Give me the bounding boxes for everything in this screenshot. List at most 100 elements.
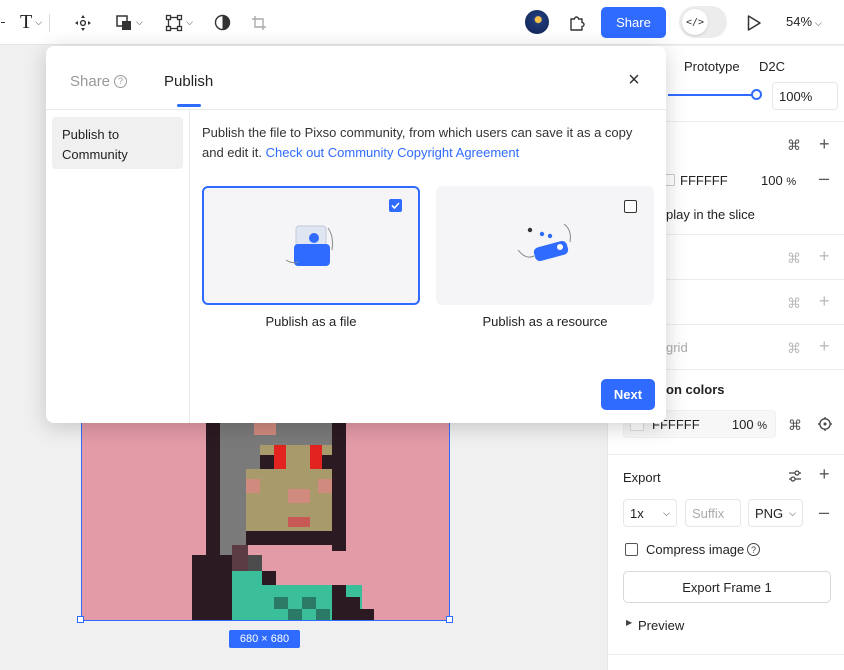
add-grid-icon[interactable]: + (819, 336, 830, 357)
caret-right-icon[interactable]: ▶ (626, 618, 632, 627)
style-icon[interactable]: ⌘ (787, 295, 801, 312)
publish-as-file-label: Publish as a file (265, 314, 357, 329)
pixel-art-image (192, 421, 374, 620)
target-icon[interactable] (818, 417, 832, 431)
export-suffix-placeholder: Suffix (692, 505, 725, 521)
fill-opacity[interactable]: 100 % (761, 173, 796, 188)
frame-size-badge: 680 × 680 (229, 630, 300, 648)
chevron-down-icon: ⌵ (789, 507, 796, 518)
fill-hex[interactable]: FFFFFF (680, 173, 728, 188)
publish-description: Publish the file to Pixso community, fro… (202, 123, 657, 163)
style-icon[interactable]: ⌘ (787, 340, 801, 357)
fill-opacity-unit: % (786, 176, 797, 188)
panel-divider (608, 654, 844, 655)
crop-tool-button[interactable] (249, 0, 269, 45)
style-icon[interactable]: ⌘ (788, 417, 802, 434)
panel-divider (608, 454, 844, 455)
zoom-value: 54% (786, 14, 813, 29)
selection-opacity-unit: % (757, 419, 767, 432)
add-fill-icon[interactable]: + (819, 134, 830, 155)
play-icon (747, 14, 761, 31)
close-icon[interactable]: × (625, 70, 643, 90)
file-illustration (285, 225, 333, 266)
chevron-down-icon: ⌵ (35, 17, 43, 27)
export-suffix-input[interactable]: Suffix (685, 499, 741, 527)
copyright-agreement-link[interactable]: Check out Community Copyright Agreement (266, 145, 520, 160)
opacity-slider-track[interactable] (668, 94, 756, 96)
tab-publish[interactable]: Publish (164, 73, 213, 90)
export-title: Export (623, 470, 661, 485)
opacity-slider-thumb[interactable] (751, 89, 762, 100)
active-tab-indicator (177, 104, 201, 107)
user-avatar[interactable] (525, 10, 549, 34)
publish-as-file-card[interactable] (202, 186, 420, 305)
selection-color-opacity: 100 % (732, 417, 767, 432)
selection-colors-title: on colors (666, 382, 725, 397)
clip-content-label: play in the slice (666, 207, 755, 222)
dialog-sidebar: Publish to Community (46, 110, 190, 423)
add-effect-icon[interactable]: + (819, 291, 830, 312)
toolbar-edge (0, 0, 6, 45)
tab-prototype[interactable]: Prototype (684, 59, 740, 74)
tab-share[interactable]: Share? (70, 73, 128, 90)
export-frame-button[interactable]: Export Frame 1 (623, 571, 831, 603)
code-icon: </> (682, 9, 708, 35)
tab-share-label: Share (70, 73, 111, 90)
export-format-value: PNG (755, 505, 784, 521)
style-icon[interactable]: ⌘ (787, 250, 801, 267)
layout-grid-label: grid (666, 340, 688, 355)
opacity-input[interactable]: 100% (772, 82, 838, 110)
top-toolbar: T ⌵ ⌵ ⌵ Share </> 54% ⌵ (0, 0, 844, 45)
puzzle-icon (570, 15, 585, 31)
move-tool-button[interactable] (72, 0, 94, 45)
opacity-value: 100% (779, 88, 813, 104)
export-scale-value: 1x (630, 505, 644, 521)
compress-image-label: Compress image (646, 542, 745, 557)
contrast-icon (214, 14, 230, 31)
chevron-down-icon: ⌵ (136, 17, 143, 27)
add-stroke-icon[interactable]: + (819, 246, 830, 267)
dialog-header: Share? Publish × (46, 46, 666, 110)
help-icon: ? (114, 74, 128, 88)
checkbox-unchecked-icon[interactable] (624, 200, 637, 213)
shape-tool-button[interactable]: ⌵ (110, 0, 148, 45)
resize-handle-bottom-left[interactable] (77, 616, 84, 623)
present-button[interactable] (744, 0, 764, 45)
remove-fill-icon[interactable]: – (819, 168, 829, 189)
text-tool-button[interactable]: T ⌵ (14, 0, 48, 45)
share-button[interactable]: Share (601, 7, 666, 38)
vector-icon (165, 14, 183, 31)
preview-toggle[interactable]: Preview (638, 618, 684, 633)
component-tool-button[interactable]: ⌵ (160, 0, 198, 45)
export-settings-icon[interactable] (788, 469, 802, 483)
tab-d2c[interactable]: D2C (759, 59, 785, 74)
resource-illustration (517, 223, 571, 262)
next-button[interactable]: Next (601, 379, 655, 410)
publish-as-resource-label: Publish as a resource (482, 314, 608, 329)
remove-export-icon[interactable]: – (819, 502, 829, 523)
plugins-button[interactable] (566, 0, 588, 45)
add-export-icon[interactable]: + (819, 464, 830, 485)
frame-1[interactable] (81, 420, 450, 621)
dev-mode-toggle[interactable]: </> (679, 6, 727, 38)
sidebar-item-publish-to-community[interactable]: Publish to Community (52, 117, 183, 169)
publish-dialog: Share? Publish × Publish to Community Pu… (46, 46, 666, 423)
chevron-down-icon: ⌵ (815, 18, 822, 28)
fill-swatch[interactable] (666, 174, 675, 186)
publish-as-resource-card[interactable] (436, 186, 654, 305)
toolbar-divider (49, 14, 50, 32)
compress-image-checkbox[interactable] (625, 543, 638, 556)
mask-tool-button[interactable] (211, 0, 233, 45)
chevron-down-icon: ⌵ (186, 17, 193, 27)
checkbox-checked-icon[interactable] (389, 199, 402, 212)
chevron-down-icon: ⌵ (663, 507, 670, 518)
selection-opacity-value: 100 (731, 416, 754, 432)
zoom-dropdown[interactable]: 54% ⌵ (786, 14, 822, 29)
export-scale-select[interactable]: 1x ⌵ (623, 499, 677, 527)
fill-opacity-value: 100 (761, 173, 783, 188)
style-icon[interactable]: ⌘ (787, 137, 801, 154)
resize-handle-bottom-right[interactable] (446, 616, 453, 623)
text-icon: T (19, 11, 33, 33)
help-icon[interactable]: ? (747, 543, 760, 556)
export-format-select[interactable]: PNG ⌵ (748, 499, 803, 527)
